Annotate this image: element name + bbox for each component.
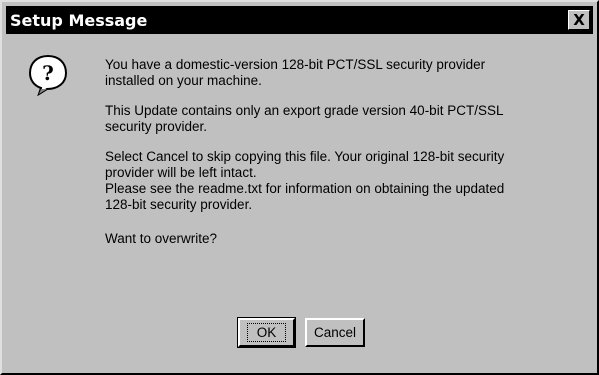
question-icon: ? (28, 54, 68, 97)
title-bar[interactable]: Setup Message X (6, 6, 593, 34)
close-icon: X (573, 11, 585, 29)
overwrite-question: Want to overwrite? (105, 231, 218, 246)
button-row: OK Cancel (2, 317, 599, 348)
message-line: 128-bit security provider. (105, 197, 253, 212)
message-body: You have a domestic-version 128-bit PCT/… (105, 57, 575, 247)
ok-button[interactable]: OK (237, 317, 296, 348)
question-glyph: ? (42, 61, 54, 85)
message-line: security provider. (105, 119, 208, 134)
window-title: Setup Message (10, 10, 148, 30)
setup-message-dialog: Setup Message X ? You have a domestic-ve… (0, 0, 599, 375)
message-line: This Update contains only an export grad… (105, 103, 504, 118)
message-line: You have a domestic-version 128-bit PCT/… (105, 57, 486, 72)
cancel-button[interactable]: Cancel (305, 318, 365, 347)
ok-button-label: OK (246, 323, 287, 342)
message-line: provider will be left intact. (105, 165, 257, 180)
message-line: Please see the readme.txt for informatio… (105, 181, 505, 196)
cancel-button-label: Cancel (313, 325, 357, 340)
message-line: Select Cancel to skip copying this file.… (105, 149, 505, 164)
message-line: installed on your machine. (105, 73, 262, 88)
close-button[interactable]: X (568, 10, 590, 30)
